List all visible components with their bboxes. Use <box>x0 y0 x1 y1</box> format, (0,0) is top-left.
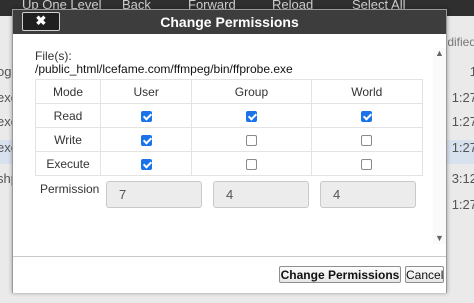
dialog-footer: Change Permissions Cancel <box>13 256 446 293</box>
read-group-checkbox[interactable] <box>245 110 257 122</box>
read-world-checkbox[interactable] <box>361 110 373 122</box>
write-user-checkbox[interactable] <box>140 134 152 146</box>
dialog-body: File(s): /public_html/lcefame.com/ffmpeg… <box>13 34 446 256</box>
write-world-checkbox[interactable] <box>361 134 373 146</box>
mode-header: Mode <box>35 79 101 104</box>
write-group-checkbox[interactable] <box>245 134 257 146</box>
file-modified: 1:27 <box>451 140 474 155</box>
execute-row-label: Execute <box>35 151 101 176</box>
dialog-titlebar[interactable]: ✖ Change Permissions <box>13 10 446 34</box>
dialog-title: Change Permissions <box>160 14 299 30</box>
file-modified: 1:27 <box>451 197 474 212</box>
permissions-table: Mode User Group World Read Write Execute <box>35 79 424 176</box>
read-row-label: Read <box>35 103 101 128</box>
world-column-header: World <box>310 79 424 104</box>
world-permission-value: 4 <box>320 181 416 208</box>
write-row-label: Write <box>35 127 101 152</box>
change-permissions-button[interactable]: Change Permissions <box>279 266 401 283</box>
dialog-scrollbar[interactable]: ▲ ▼ <box>433 48 446 244</box>
file-name: og <box>0 64 12 79</box>
group-permission-value: 4 <box>213 181 309 208</box>
file-path: /public_html/lcefame.com/ffmpeg/bin/ffpr… <box>35 62 293 76</box>
cancel-button[interactable]: Cancel <box>405 266 444 283</box>
change-permissions-dialog: ✖ Change Permissions File(s): /public_ht… <box>12 9 447 293</box>
scroll-down-arrow-icon[interactable]: ▼ <box>434 233 445 244</box>
file-modified: 3:12 <box>451 171 474 186</box>
file-modified: 1:27 <box>451 90 474 105</box>
file-modified: 1 <box>469 64 474 79</box>
user-permission-value: 7 <box>106 181 202 208</box>
execute-world-checkbox[interactable] <box>361 158 373 170</box>
file-modified: 1:27 <box>451 114 474 129</box>
files-label: File(s): <box>35 49 72 63</box>
modified-column-header: dified <box>447 35 474 49</box>
group-column-header: Group <box>191 79 312 104</box>
scroll-up-arrow-icon[interactable]: ▲ <box>434 48 445 59</box>
read-user-checkbox[interactable] <box>140 110 152 122</box>
user-column-header: User <box>99 79 193 104</box>
execute-user-checkbox[interactable] <box>140 158 152 170</box>
permission-label: Permission <box>40 182 100 196</box>
execute-group-checkbox[interactable] <box>245 158 257 170</box>
